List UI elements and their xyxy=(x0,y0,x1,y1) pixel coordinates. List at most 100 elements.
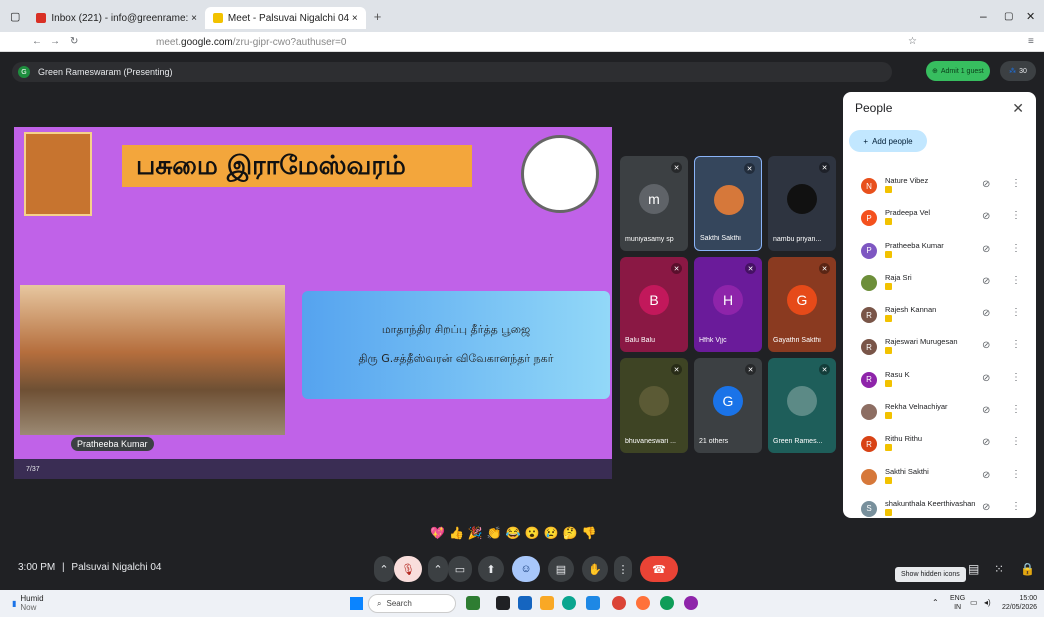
more-vert-icon[interactable]: ⋮ xyxy=(1011,372,1021,383)
forward-icon[interactable]: → xyxy=(50,36,60,47)
thumbs-up-reaction-icon[interactable]: 👍 xyxy=(449,526,464,546)
more-vert-icon[interactable]: ⋮ xyxy=(1011,275,1021,286)
language-indicator[interactable]: ENG IN xyxy=(950,594,965,612)
back-icon[interactable]: ← xyxy=(32,36,42,47)
video-options-button[interactable]: ⌃ xyxy=(428,556,448,582)
volume-icon[interactable]: ◂) xyxy=(984,598,991,607)
emoji-button[interactable]: ☺ xyxy=(512,556,540,582)
mic-toggle-button[interactable]: 🎙 xyxy=(394,556,422,582)
activities-icon[interactable]: ⁙ xyxy=(994,562,1004,576)
sad-reaction-icon[interactable]: 😢 xyxy=(544,526,559,546)
windows-start-icon[interactable] xyxy=(350,597,363,610)
app-icon[interactable] xyxy=(684,596,698,610)
edge-icon[interactable] xyxy=(562,596,576,610)
mic-off-icon[interactable]: ⊘ xyxy=(982,373,990,384)
people-list-item[interactable]: N Nature Vibez ⊘ ⋮ xyxy=(843,170,1036,202)
more-vert-icon[interactable]: ⋮ xyxy=(1011,307,1021,318)
more-vert-icon[interactable]: ⋮ xyxy=(1011,178,1021,189)
mic-off-icon[interactable]: ⊘ xyxy=(982,437,990,448)
participants-count-button[interactable]: ⁂ 30 xyxy=(1000,61,1036,81)
participant-tile[interactable]: ✕ bhuvaneswari ... xyxy=(620,358,688,453)
people-list-item[interactable]: P Pratheeba Kumar ⊘ ⋮ xyxy=(843,235,1036,267)
participant-tile[interactable]: ✕ G 21 others xyxy=(694,358,762,453)
chrome-profile-icon[interactable] xyxy=(660,596,674,610)
taskbar-search[interactable]: ⌕ Search xyxy=(368,594,456,613)
tab-meet[interactable]: Meet - Palsuvai Nigalchi 04 × xyxy=(204,7,366,29)
more-vert-icon[interactable]: ⋮ xyxy=(1011,243,1021,254)
mic-off-icon[interactable]: ⊘ xyxy=(982,470,990,481)
tray-chevron-icon[interactable]: ⌃ xyxy=(932,598,939,607)
more-options-button[interactable]: ⋮ xyxy=(614,556,632,582)
joy-reaction-icon[interactable]: 😂 xyxy=(506,526,521,546)
people-list-item[interactable]: Sakthi Sakthi ⊘ ⋮ xyxy=(843,461,1036,493)
participant-tile[interactable]: ✕ B Balu Balu xyxy=(620,257,688,352)
leave-call-button[interactable]: ☎ xyxy=(640,556,678,582)
participant-tile[interactable]: ✕ nambu priyan... xyxy=(768,156,836,251)
url-field[interactable]: meet. google.com/zru-gipr-cwo?authuser=0 xyxy=(150,35,910,49)
mic-off-icon[interactable]: ⊘ xyxy=(982,502,990,513)
chat-icon[interactable]: ▤ xyxy=(968,562,979,576)
people-list-item[interactable]: R Rithu Rithu ⊘ ⋮ xyxy=(843,428,1036,460)
clap-reaction-icon[interactable]: 👏 xyxy=(487,526,502,546)
minimize-button[interactable]: – xyxy=(980,9,987,23)
people-list-item[interactable]: R Rajeswari Murugesan ⊘ ⋮ xyxy=(843,331,1036,363)
chrome-icon[interactable] xyxy=(612,596,626,610)
thinking-reaction-icon[interactable]: 🤔 xyxy=(563,526,578,546)
participant-tile[interactable]: ✕ Green Rames... xyxy=(768,358,836,453)
mic-off-icon[interactable]: ⊘ xyxy=(982,211,990,222)
surprised-reaction-icon[interactable]: 😮 xyxy=(525,526,540,546)
mic-off-icon[interactable]: ⊘ xyxy=(982,340,990,351)
people-list-item[interactable]: Rekha Velnachiyar ⊘ ⋮ xyxy=(843,396,1036,428)
add-people-button[interactable]: + Add people xyxy=(849,130,927,152)
more-vert-icon[interactable]: ⋮ xyxy=(1011,404,1021,415)
captions-button[interactable]: ▤ xyxy=(548,556,574,582)
raise-hand-button[interactable]: ✋ xyxy=(582,556,608,582)
close-icon[interactable]: ✕ xyxy=(1012,100,1024,117)
browser-menu-icon[interactable]: ≡ xyxy=(1028,36,1034,47)
file-explorer-icon[interactable] xyxy=(540,596,554,610)
new-tab-button[interactable]: + xyxy=(374,9,382,24)
heart-reaction-icon[interactable]: 💖 xyxy=(430,526,445,546)
admit-guest-button[interactable]: ⊕ Admit 1 guest xyxy=(926,61,990,81)
thumbs-down-reaction-icon[interactable]: 👎 xyxy=(582,526,597,546)
store-icon[interactable] xyxy=(518,596,532,610)
system-clock[interactable]: 15:00 22/05/2026 xyxy=(1002,594,1037,612)
bookmark-star-icon[interactable]: ☆ xyxy=(908,36,917,47)
party-reaction-icon[interactable]: 🎉 xyxy=(468,526,483,546)
presenting-banner[interactable]: G Green Rameswaram (Presenting) xyxy=(12,62,892,82)
mic-off-icon[interactable]: ⊘ xyxy=(982,405,990,416)
close-window-button[interactable]: ✕ xyxy=(1026,10,1035,23)
network-icon[interactable]: ▭ xyxy=(970,598,978,607)
present-button[interactable]: ⬆ xyxy=(478,556,504,582)
people-list-item[interactable]: R Rasu K ⊘ ⋮ xyxy=(843,364,1036,396)
mic-off-icon[interactable]: ⊘ xyxy=(982,308,990,319)
tab-gmail[interactable]: Inbox (221) - info@greenrame: × xyxy=(28,7,205,29)
maximize-button[interactable]: ▢ xyxy=(1004,11,1013,22)
participant-tile[interactable]: ✕ Sakthi Sakthi xyxy=(694,156,762,251)
participant-tile[interactable]: ✕ H Hfhk Vjjc xyxy=(694,257,762,352)
people-list-item[interactable]: Sshakunthala Keerthivashan ⊘ ⋮ xyxy=(843,493,1036,518)
people-list-item[interactable]: P Pradeepa Vel ⊘ ⋮ xyxy=(843,202,1036,234)
tab-actions-icon[interactable]: ▢ xyxy=(10,10,20,23)
host-controls-icon[interactable]: 🔒 xyxy=(1020,562,1035,576)
more-vert-icon[interactable]: ⋮ xyxy=(1011,501,1021,512)
people-list-item[interactable]: R Rajesh Kannan ⊘ ⋮ xyxy=(843,299,1036,331)
reload-icon[interactable]: ↻ xyxy=(70,36,78,47)
camera-toggle-button[interactable]: ▭ xyxy=(448,556,472,582)
widgets-icon[interactable] xyxy=(466,596,480,610)
more-vert-icon[interactable]: ⋮ xyxy=(1011,469,1021,480)
mic-off-icon[interactable]: ⊘ xyxy=(982,179,990,190)
mic-off-icon[interactable]: ⊘ xyxy=(982,244,990,255)
mic-off-icon[interactable]: ⊘ xyxy=(982,276,990,287)
people-list-item[interactable]: Raja Sri ⊘ ⋮ xyxy=(843,267,1036,299)
more-vert-icon[interactable]: ⋮ xyxy=(1011,436,1021,447)
participant-tile[interactable]: ✕ G Gayathri Sakthi xyxy=(768,257,836,352)
audio-options-button[interactable]: ⌃ xyxy=(374,556,394,582)
mail-icon[interactable] xyxy=(586,596,600,610)
more-vert-icon[interactable]: ⋮ xyxy=(1011,210,1021,221)
task-view-icon[interactable] xyxy=(496,596,510,610)
firefox-icon[interactable] xyxy=(636,596,650,610)
more-vert-icon[interactable]: ⋮ xyxy=(1011,339,1021,350)
participant-tile[interactable]: ✕ m muniyasamy sp xyxy=(620,156,688,251)
weather-widget[interactable]: ▮ Humid Now xyxy=(12,594,44,612)
